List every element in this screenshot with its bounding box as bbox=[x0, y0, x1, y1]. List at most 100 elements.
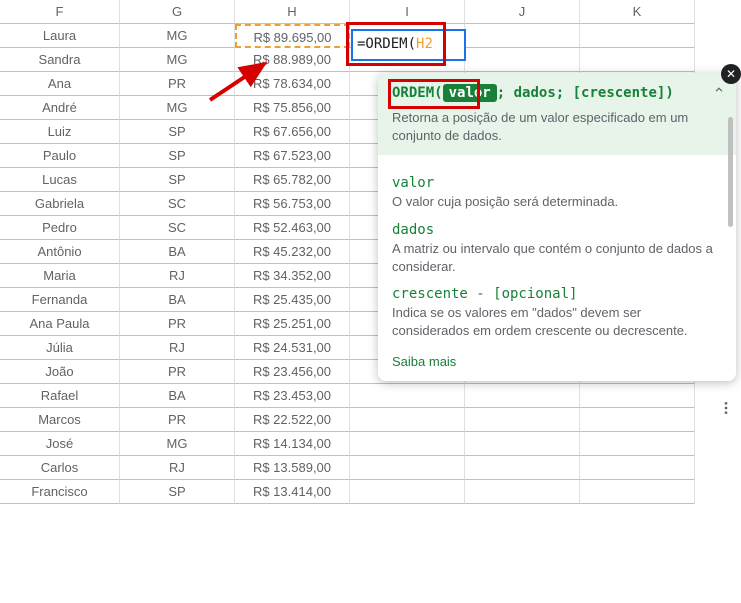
cell-h[interactable]: R$ 34.352,00 bbox=[235, 264, 350, 288]
cell-empty[interactable] bbox=[580, 24, 695, 48]
cell-h[interactable]: R$ 14.134,00 bbox=[235, 432, 350, 456]
cell-h[interactable]: R$ 67.523,00 bbox=[235, 144, 350, 168]
cell-g[interactable]: PR bbox=[120, 408, 235, 432]
formula-editor[interactable]: =ORDEM(H2 bbox=[351, 29, 466, 61]
cell-g[interactable]: SP bbox=[120, 120, 235, 144]
cell-empty[interactable] bbox=[580, 456, 695, 480]
cell-f[interactable]: Laura bbox=[0, 24, 120, 48]
cell-empty[interactable] bbox=[465, 456, 580, 480]
cell-f[interactable]: Carlos bbox=[0, 456, 120, 480]
cell-g[interactable]: SP bbox=[120, 168, 235, 192]
cell-f[interactable]: Lucas bbox=[0, 168, 120, 192]
cell-g[interactable]: SC bbox=[120, 216, 235, 240]
learn-more-link[interactable]: Saiba mais bbox=[392, 354, 456, 369]
cell-empty[interactable] bbox=[580, 408, 695, 432]
cell-h[interactable]: R$ 78.634,00 bbox=[235, 72, 350, 96]
cell-h[interactable]: R$ 65.782,00 bbox=[235, 168, 350, 192]
cell-h[interactable]: R$ 13.414,00 bbox=[235, 480, 350, 504]
cell-h[interactable]: R$ 23.456,00 bbox=[235, 360, 350, 384]
cell-f[interactable]: André bbox=[0, 96, 120, 120]
cell-empty[interactable] bbox=[350, 456, 465, 480]
cell-g[interactable]: SP bbox=[120, 144, 235, 168]
cell-empty[interactable] bbox=[350, 384, 465, 408]
cell-g[interactable]: RJ bbox=[120, 336, 235, 360]
collapse-icon[interactable] bbox=[712, 83, 726, 100]
cell-h[interactable]: R$ 56.753,00 bbox=[235, 192, 350, 216]
cell-empty[interactable] bbox=[465, 384, 580, 408]
cell-g[interactable]: MG bbox=[120, 48, 235, 72]
cell-f[interactable]: Paulo bbox=[0, 144, 120, 168]
cell-g[interactable]: MG bbox=[120, 96, 235, 120]
column-header-h[interactable]: H bbox=[235, 0, 350, 24]
cell-g[interactable]: BA bbox=[120, 240, 235, 264]
cell-f[interactable]: Sandra bbox=[0, 48, 120, 72]
cell-f[interactable]: Ana Paula bbox=[0, 312, 120, 336]
formula-prefix: =ORDEM( bbox=[357, 36, 416, 52]
cell-h[interactable]: R$ 13.589,00 bbox=[235, 456, 350, 480]
cell-h[interactable]: R$ 25.435,00 bbox=[235, 288, 350, 312]
cell-g[interactable]: SP bbox=[120, 480, 235, 504]
cell-h[interactable]: R$ 22.522,00 bbox=[235, 408, 350, 432]
param-desc-valor: O valor cuja posição será determinada. bbox=[392, 193, 722, 211]
cell-empty[interactable] bbox=[465, 24, 580, 48]
cell-h[interactable]: R$ 25.251,00 bbox=[235, 312, 350, 336]
cell-h[interactable]: R$ 88.989,00 bbox=[235, 48, 350, 72]
cell-f[interactable]: Ana bbox=[0, 72, 120, 96]
cell-f[interactable]: João bbox=[0, 360, 120, 384]
cell-h[interactable]: R$ 67.656,00 bbox=[235, 120, 350, 144]
tooltip-scrollbar[interactable] bbox=[728, 117, 733, 227]
cell-f[interactable]: Antônio bbox=[0, 240, 120, 264]
cell-empty[interactable] bbox=[350, 408, 465, 432]
tooltip-description: Retorna a posição de um valor especifica… bbox=[392, 109, 722, 145]
formula-arg: H2 bbox=[416, 36, 433, 52]
cell-empty[interactable] bbox=[580, 384, 695, 408]
cell-empty[interactable] bbox=[350, 480, 465, 504]
column-header-g[interactable]: G bbox=[120, 0, 235, 24]
cell-f[interactable]: Luiz bbox=[0, 120, 120, 144]
cell-empty[interactable] bbox=[580, 48, 695, 72]
cell-g[interactable]: PR bbox=[120, 72, 235, 96]
cell-empty[interactable] bbox=[465, 408, 580, 432]
cell-h[interactable]: R$ 52.463,00 bbox=[235, 216, 350, 240]
cell-h[interactable]: R$ 75.856,00 bbox=[235, 96, 350, 120]
cell-h[interactable]: R$ 24.531,00 bbox=[235, 336, 350, 360]
cell-f[interactable]: José bbox=[0, 432, 120, 456]
cell-empty[interactable] bbox=[465, 48, 580, 72]
cell-empty[interactable] bbox=[580, 480, 695, 504]
cell-h[interactable]: R$ 45.232,00 bbox=[235, 240, 350, 264]
cell-empty[interactable] bbox=[465, 480, 580, 504]
cell-g[interactable]: BA bbox=[120, 384, 235, 408]
cell-empty[interactable] bbox=[465, 432, 580, 456]
cell-empty[interactable] bbox=[580, 432, 695, 456]
column-header-f[interactable]: F bbox=[0, 0, 120, 24]
cell-f[interactable]: Gabriela bbox=[0, 192, 120, 216]
cell-f[interactable]: Rafael bbox=[0, 384, 120, 408]
cell-f[interactable]: Maria bbox=[0, 264, 120, 288]
cell-f[interactable]: Júlia bbox=[0, 336, 120, 360]
column-header-k[interactable]: K bbox=[580, 0, 695, 24]
cell-empty[interactable] bbox=[350, 432, 465, 456]
cell-f[interactable]: Marcos bbox=[0, 408, 120, 432]
cell-g[interactable]: MG bbox=[120, 24, 235, 48]
cell-g[interactable]: SC bbox=[120, 192, 235, 216]
cell-g[interactable]: PR bbox=[120, 312, 235, 336]
cell-h[interactable]: R$ 23.453,00 bbox=[235, 384, 350, 408]
param-name-dados: dados bbox=[392, 222, 722, 238]
close-icon[interactable]: ✕ bbox=[721, 64, 741, 84]
tooltip-active-arg: valor bbox=[443, 84, 497, 102]
cell-g[interactable]: PR bbox=[120, 360, 235, 384]
cell-g[interactable]: BA bbox=[120, 288, 235, 312]
cell-g[interactable]: RJ bbox=[120, 456, 235, 480]
column-header-i[interactable]: I bbox=[350, 0, 465, 24]
cell-f[interactable]: Fernanda bbox=[0, 288, 120, 312]
param-name-valor: valor bbox=[392, 175, 722, 191]
cell-h[interactable]: R$ 89.695,00 bbox=[235, 24, 350, 48]
tooltip-signature: ORDEM(valor; dados; [crescente]) bbox=[392, 85, 722, 101]
param-desc-crescente: Indica se os valores em "dados" devem se… bbox=[392, 304, 722, 340]
cell-g[interactable]: RJ bbox=[120, 264, 235, 288]
more-options-icon[interactable] bbox=[714, 396, 738, 423]
column-header-j[interactable]: J bbox=[465, 0, 580, 24]
cell-f[interactable]: Pedro bbox=[0, 216, 120, 240]
cell-g[interactable]: MG bbox=[120, 432, 235, 456]
cell-f[interactable]: Francisco bbox=[0, 480, 120, 504]
